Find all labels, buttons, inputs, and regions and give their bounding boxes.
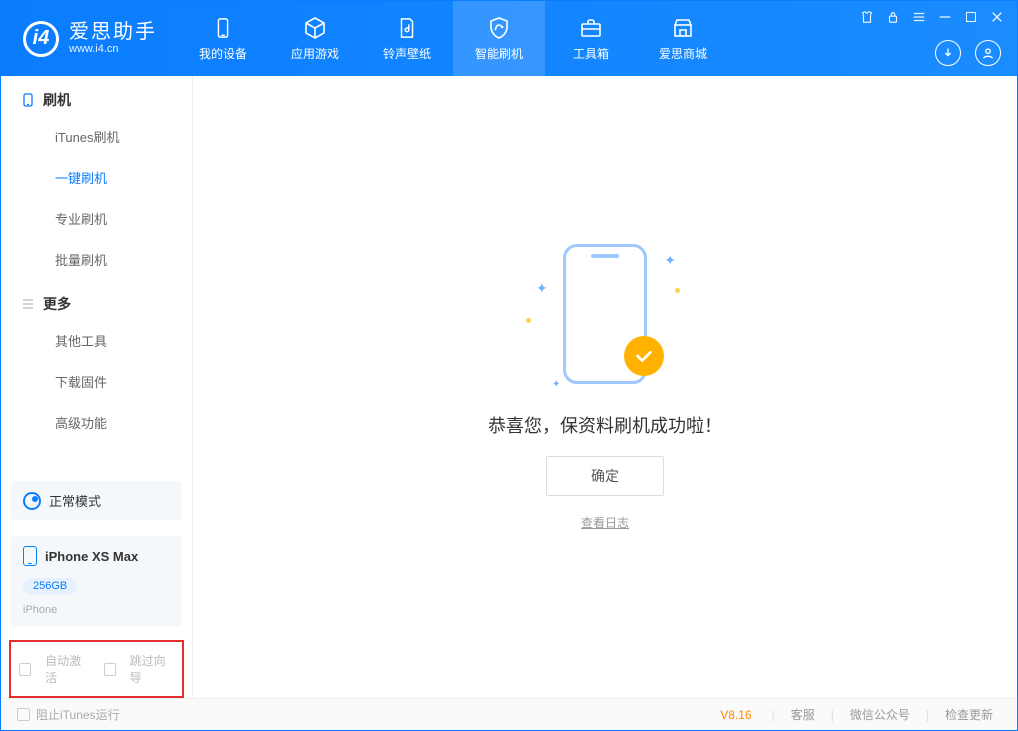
app-logo: i4 爱思助手 www.i4.cn [1,1,177,76]
sidebar-item-oneclick-flash[interactable]: 一键刷机 [1,157,192,198]
device-name: iPhone XS Max [45,549,138,564]
app-subtitle: www.i4.cn [69,43,157,55]
minimize-icon[interactable] [937,9,953,25]
view-log-link[interactable]: 查看日志 [581,514,629,531]
sparkle-icon: ✦ [552,379,560,390]
dot-icon [526,318,531,323]
mode-icon [23,492,41,510]
device-mode-panel[interactable]: 正常模式 [11,481,182,520]
sparkle-icon: ✦ [664,252,676,269]
cube-icon [302,15,328,41]
shield-refresh-icon [486,15,512,41]
device-mode-label: 正常模式 [49,491,101,510]
window-controls [859,9,1005,25]
checkbox-skip-guide[interactable] [104,663,116,676]
sidebar-section-label: 刷机 [43,90,71,110]
nav-tab-smart-flash[interactable]: 智能刷机 [453,1,545,76]
sidebar-section-label: 更多 [43,294,71,314]
list-icon [21,297,35,311]
phone-icon [23,546,37,566]
nav-tab-store[interactable]: 爱思商城 [637,1,729,76]
highlighted-options: 自动激活 跳过向导 [9,640,184,698]
checkbox-block-itunes[interactable] [17,708,30,721]
storage-badge: 256GB [23,578,77,594]
download-button[interactable] [935,40,961,66]
device-info-panel[interactable]: iPhone XS Max 256GB iPhone [11,536,182,626]
sidebar-item-download-firmware[interactable]: 下载固件 [1,361,192,402]
statusbar: 阻止iTunes运行 V8.16 | 客服 | 微信公众号 | 检查更新 [1,698,1017,730]
device-type: iPhone [23,604,170,616]
nav-tab-ringtone-wallpaper[interactable]: 铃声壁纸 [361,1,453,76]
sidebar-item-other-tools[interactable]: 其他工具 [1,320,192,361]
footer-link-wechat[interactable]: 微信公众号 [842,706,918,723]
block-itunes-label: 阻止iTunes运行 [36,706,120,723]
sidebar-item-batch-flash[interactable]: 批量刷机 [1,239,192,280]
confirm-button[interactable]: 确定 [546,456,664,496]
close-icon[interactable] [989,9,1005,25]
footer-link-support[interactable]: 客服 [783,706,823,723]
sidebar-section-flash: 刷机 [1,76,192,116]
main-content: ✦ ✦ ✦ 恭喜您，保资料刷机成功啦！ 确定 查看日志 [193,76,1017,698]
user-button[interactable] [975,40,1001,66]
checkbox-label: 自动激活 [45,652,89,686]
logo-icon: i4 [23,21,59,57]
menu-icon[interactable] [911,9,927,25]
sidebar-item-pro-flash[interactable]: 专业刷机 [1,198,192,239]
app-title: 爱思助手 [69,21,157,43]
store-icon [670,15,696,41]
nav-tab-toolbox[interactable]: 工具箱 [545,1,637,76]
sidebar-section-more: 更多 [1,280,192,320]
dot-icon [675,288,680,293]
sidebar: 刷机 iTunes刷机 一键刷机 专业刷机 批量刷机 更多 其他工具 下载固件 … [1,76,193,698]
nav-tab-my-device[interactable]: 我的设备 [177,1,269,76]
toolbox-icon [578,15,604,41]
footer-link-check-update[interactable]: 检查更新 [937,706,1001,723]
version-label: V8.16 [720,708,751,722]
sidebar-item-advanced[interactable]: 高级功能 [1,402,192,443]
checkbox-auto-activate[interactable] [19,663,31,676]
device-icon [210,15,236,41]
maximize-icon[interactable] [963,9,979,25]
checkbox-label: 跳过向导 [130,652,174,686]
checkmark-badge-icon [624,336,664,376]
shirt-icon[interactable] [859,9,875,25]
nav-tabs: 我的设备 应用游戏 铃声壁纸 智能刷机 工具箱 爱思商城 [177,1,729,76]
music-file-icon [394,15,420,41]
phone-icon [21,93,35,107]
nav-tab-apps-games[interactable]: 应用游戏 [269,1,361,76]
success-message: 恭喜您，保资料刷机成功啦！ [488,412,722,438]
lock-icon[interactable] [885,9,901,25]
sparkle-icon: ✦ [536,280,548,297]
success-illustration: ✦ ✦ ✦ [540,244,670,394]
sidebar-item-itunes-flash[interactable]: iTunes刷机 [1,116,192,157]
titlebar: i4 爱思助手 www.i4.cn 我的设备 应用游戏 铃声壁纸 智能刷机 工具… [1,1,1017,76]
